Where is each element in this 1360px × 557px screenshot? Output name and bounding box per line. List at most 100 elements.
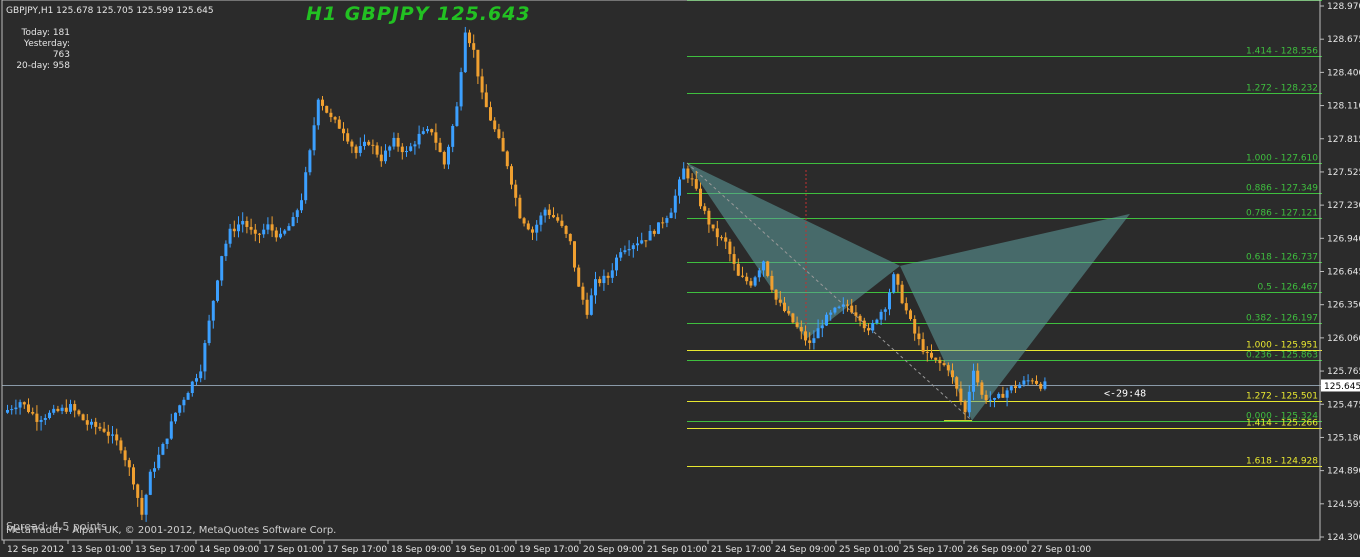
candle-body — [375, 145, 379, 155]
price-chart[interactable]: 1.618 - 129.0521.414 - 128.5561.272 - 12… — [0, 0, 1360, 557]
candle-body — [539, 215, 543, 225]
candle-body — [610, 270, 614, 278]
y-axis-tick-label: 124.595 — [1327, 500, 1360, 510]
candle-body — [547, 209, 551, 216]
fib-level-label: 1.618 - 124.928 — [1246, 457, 1318, 467]
x-axis-tick-label: 25 Sep 17:00 — [903, 545, 963, 555]
candle-body — [224, 243, 228, 257]
candle-body — [106, 431, 110, 436]
candle-body — [820, 325, 824, 329]
candle-body — [216, 280, 219, 301]
candle-body — [715, 228, 719, 238]
fib-level-label: 1.414 - 125.266 — [1246, 419, 1318, 429]
candle-body — [711, 224, 715, 229]
candle-body — [778, 299, 782, 303]
candle-body — [409, 146, 413, 151]
candle-body — [379, 154, 383, 162]
candle-body — [207, 320, 211, 344]
candle-body — [144, 494, 148, 515]
candle-body — [732, 254, 736, 264]
candle-body — [64, 407, 68, 412]
candle-body — [52, 408, 56, 413]
candle-body — [518, 197, 522, 219]
candle-body — [384, 150, 387, 162]
x-axis-tick-label: 19 Sep 01:00 — [455, 545, 515, 555]
candle-body — [644, 240, 648, 242]
candle-body — [896, 274, 900, 285]
x-axis-tick-label: 27 Sep 01:00 — [1031, 545, 1091, 555]
y-axis-tick-label: 128.110 — [1327, 102, 1360, 112]
candle-body — [1039, 383, 1043, 389]
candle-body — [232, 228, 236, 232]
candle-body — [707, 210, 711, 225]
candle-body — [883, 309, 887, 312]
fib-level-label: 1.414 - 128.556 — [1246, 47, 1318, 57]
twenty-day-stat: 20-day: 958 — [16, 61, 70, 71]
y-axis-tick-label: 124.300 — [1327, 533, 1360, 543]
fib-level-label: 0.5 - 126.467 — [1258, 283, 1319, 293]
candle-body — [157, 454, 161, 469]
candle-body — [10, 409, 14, 411]
candle-body — [657, 222, 660, 234]
candle-body — [619, 252, 623, 258]
candle-body — [568, 233, 572, 242]
candle-body — [510, 166, 513, 185]
candle-body — [136, 484, 140, 498]
candle-body — [774, 289, 778, 300]
candle-body — [976, 370, 980, 383]
x-axis-tick-label: 24 Sep 09:00 — [775, 545, 835, 555]
candle-body — [333, 117, 337, 120]
fib-level-label: 1.272 - 128.232 — [1246, 84, 1318, 94]
candle-body — [505, 151, 509, 167]
fib-level-label: 0.382 - 126.197 — [1246, 314, 1318, 324]
candle-body — [295, 210, 299, 218]
x-axis-tick-label: 17 Sep 01:00 — [263, 545, 323, 555]
candle-body — [724, 237, 728, 242]
candle-body — [535, 224, 539, 233]
candle-body — [283, 230, 287, 234]
candle-body — [967, 391, 971, 413]
fib-level-label: 0.886 - 127.349 — [1246, 184, 1318, 194]
candle-body — [73, 404, 77, 411]
candle-body — [102, 428, 106, 432]
candle-body — [543, 209, 547, 216]
candle-body — [661, 222, 665, 224]
candle-body — [358, 146, 362, 153]
candle-body — [329, 112, 333, 118]
candle-body — [182, 399, 186, 406]
candle-body — [917, 333, 921, 340]
candle-body — [400, 146, 404, 153]
candle-body — [963, 401, 967, 413]
candle-body — [472, 43, 476, 50]
candle-body — [879, 311, 883, 320]
y-axis-tick-label: 126.645 — [1327, 268, 1360, 278]
candle-body — [199, 371, 203, 379]
candle-body — [447, 146, 450, 165]
candle-body — [140, 497, 144, 515]
candle-body — [371, 144, 375, 146]
candle-body — [81, 414, 85, 421]
candle-body — [526, 223, 530, 230]
candle-body — [795, 322, 799, 327]
candle-body — [300, 200, 303, 211]
candle-body — [350, 141, 354, 147]
candle-body — [165, 438, 169, 445]
candle-body — [955, 377, 959, 389]
x-axis-tick-label: 20 Sep 09:00 — [583, 545, 643, 555]
x-axis-tick-label: 14 Sep 09:00 — [199, 545, 259, 555]
y-axis-tick-label: 128.970 — [1327, 2, 1360, 12]
candle-body — [850, 305, 854, 313]
candle-body — [493, 120, 497, 130]
candle-body — [228, 228, 232, 244]
candle-body — [673, 195, 677, 213]
candle-body — [972, 370, 975, 392]
candle-body — [690, 178, 694, 180]
candle-body — [274, 230, 278, 238]
candle-body — [501, 138, 505, 152]
candle-body — [27, 404, 30, 412]
candle-body — [829, 312, 833, 315]
candle-body — [1014, 386, 1017, 389]
candle-body — [757, 270, 761, 278]
candle-body — [736, 263, 740, 276]
candle-body — [648, 230, 652, 241]
